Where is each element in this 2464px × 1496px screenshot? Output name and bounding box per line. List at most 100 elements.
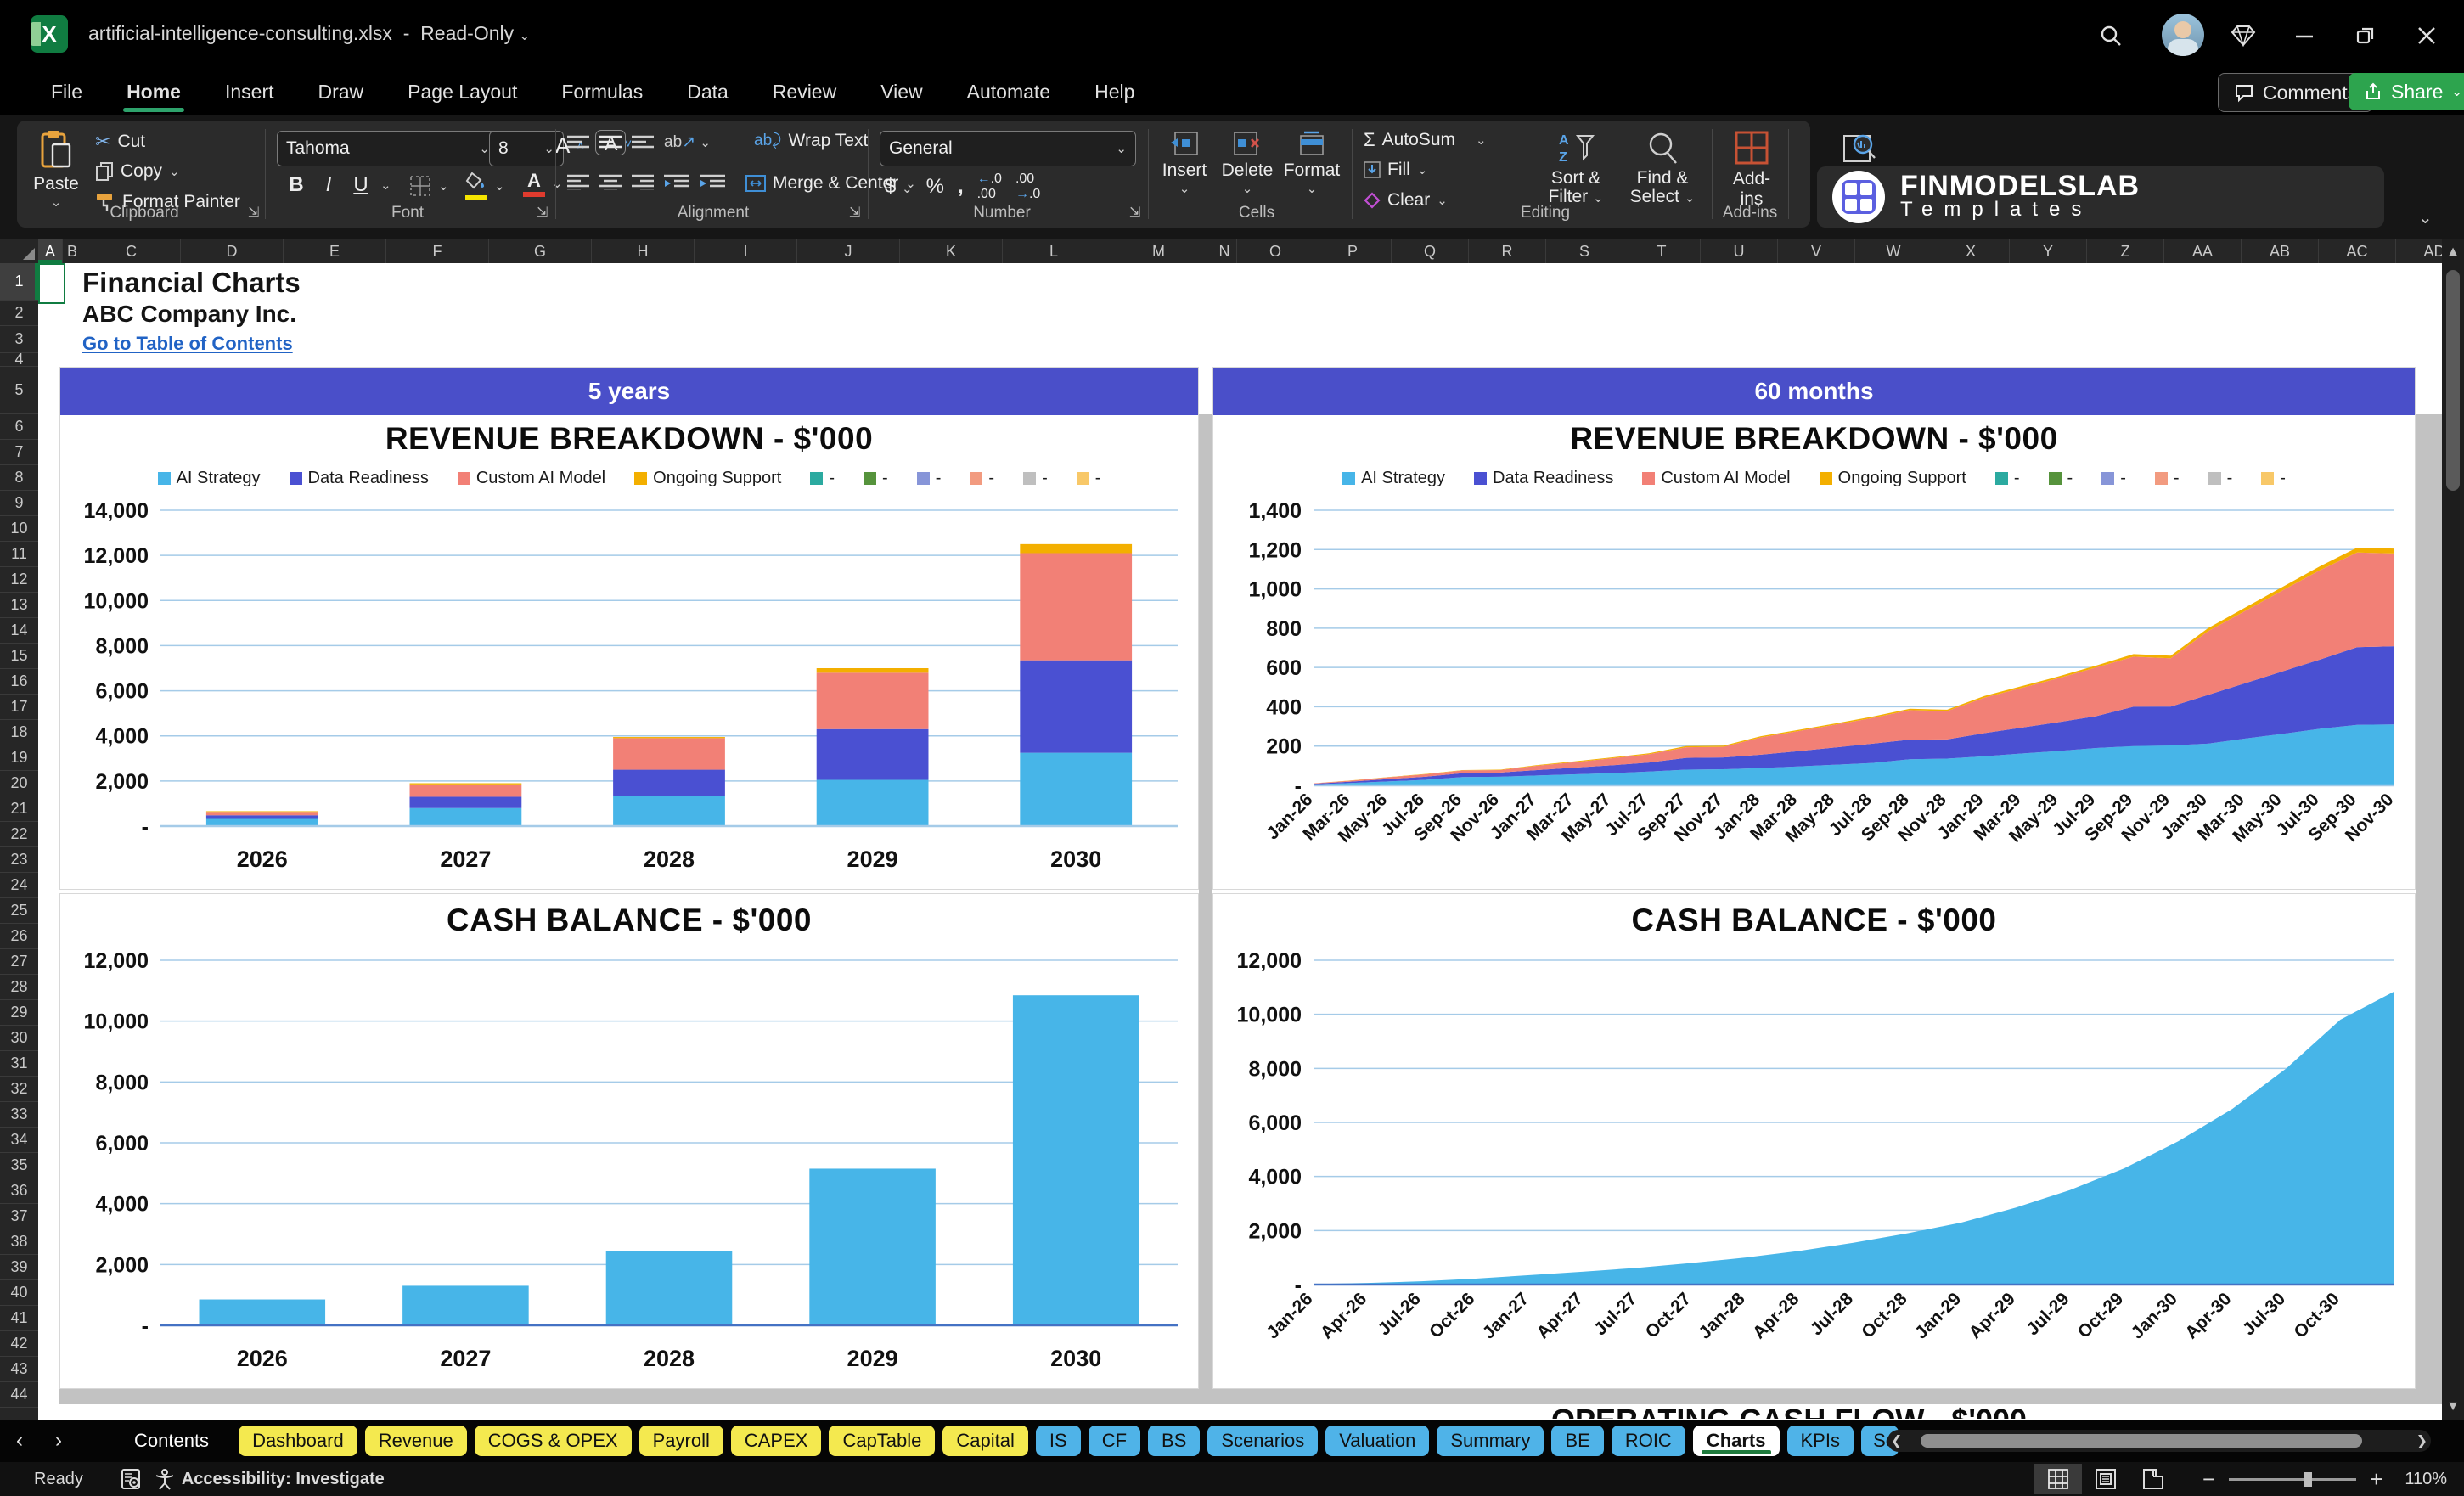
addins-button[interactable]: Add-ins [1722, 131, 1781, 210]
row-header-42[interactable]: 42 [0, 1331, 38, 1357]
restore-window-icon[interactable] [2349, 19, 2382, 53]
wrap-text-button[interactable]: ab⤸ Wrap Text [754, 131, 868, 151]
column-header-B[interactable]: B [63, 239, 82, 263]
row-header-15[interactable]: 15 [0, 644, 38, 669]
sheet-tab-be[interactable]: BE [1551, 1426, 1604, 1456]
row-header-14[interactable]: 14 [0, 618, 38, 644]
column-header-A[interactable]: A [38, 239, 63, 263]
horizontal-scroll-thumb[interactable] [1921, 1434, 2363, 1448]
alignment-dialog-launcher[interactable]: ⇲ [849, 204, 860, 221]
zoom-in-icon[interactable]: + [2370, 1466, 2382, 1493]
close-icon[interactable] [2410, 19, 2444, 53]
row-header-19[interactable]: 19 [0, 745, 38, 771]
row-header-28[interactable]: 28 [0, 975, 38, 1000]
hscroll-left-icon[interactable]: ❮ [1887, 1432, 1905, 1449]
sheet-tab-payroll[interactable]: Payroll [639, 1426, 723, 1456]
row-header-31[interactable]: 31 [0, 1051, 38, 1077]
sheet-tab-summary[interactable]: Summary [1437, 1426, 1544, 1456]
column-header-AB[interactable]: AB [2242, 239, 2319, 263]
row-header-22[interactable]: 22 [0, 822, 38, 847]
column-header-C[interactable]: C [82, 239, 181, 263]
row-header-29[interactable]: 29 [0, 1000, 38, 1026]
find-select-button[interactable]: Find & Select ⌄ [1622, 131, 1703, 208]
row-header-27[interactable]: 27 [0, 949, 38, 975]
cut-button[interactable]: ✂ Cut [95, 131, 145, 153]
row-header-8[interactable]: 8 [0, 465, 38, 491]
row-header-5[interactable]: 5 [0, 367, 38, 414]
menu-tab-data[interactable]: Data [668, 74, 747, 110]
column-header-S[interactable]: S [1546, 239, 1623, 263]
insert-cells-button[interactable]: Insert ⌄ [1156, 131, 1212, 196]
row-header-44[interactable]: 44 [0, 1382, 38, 1408]
row-header-9[interactable]: 9 [0, 491, 38, 516]
column-header-W[interactable]: W [1855, 239, 1932, 263]
row-header-10[interactable]: 10 [0, 516, 38, 542]
zoom-level[interactable]: 110% [2405, 1470, 2447, 1489]
row-header-37[interactable]: 37 [0, 1204, 38, 1229]
font-color-button[interactable]: A ⌄ [523, 170, 563, 197]
column-header-L[interactable]: L [1003, 239, 1105, 263]
align-top-icon[interactable] [567, 134, 589, 151]
share-button[interactable]: Share ⌄ [2349, 73, 2464, 110]
tabs-scroll-left-icon[interactable]: ‹ [0, 1429, 39, 1453]
worksheet-canvas[interactable]: Financial Charts ABC Company Inc. Go to … [38, 263, 2442, 1420]
collapse-ribbon-icon[interactable]: ⌄ [2418, 207, 2433, 228]
column-header-P[interactable]: P [1314, 239, 1392, 263]
menu-tab-automate[interactable]: Automate [948, 74, 1069, 110]
row-header-32[interactable]: 32 [0, 1077, 38, 1102]
align-center-icon[interactable] [599, 173, 622, 190]
clipboard-dialog-launcher[interactable]: ⇲ [248, 204, 259, 221]
row-header-41[interactable]: 41 [0, 1306, 38, 1331]
align-left-icon[interactable] [567, 173, 589, 190]
row-header-40[interactable]: 40 [0, 1280, 38, 1306]
orientation-button[interactable]: ab↗ ⌄ [664, 132, 711, 152]
menu-tab-formulas[interactable]: Formulas [543, 74, 661, 110]
fill-button[interactable]: Fill ⌄ [1364, 160, 1427, 180]
column-header-Q[interactable]: Q [1392, 239, 1469, 263]
macro-record-icon[interactable] [114, 1465, 148, 1493]
sheet-tab-scenarios[interactable]: Scenarios [1207, 1426, 1319, 1456]
sheet-tab-cogs-opex[interactable]: COGS & OPEX [474, 1426, 632, 1456]
sheet-tab-charts[interactable]: Charts [1692, 1426, 1780, 1456]
row-header-2[interactable]: 2 [0, 301, 38, 326]
column-header-H[interactable]: H [592, 239, 695, 263]
hscroll-right-icon[interactable]: ❯ [2413, 1432, 2431, 1449]
delete-cells-button[interactable]: Delete ⌄ [1219, 131, 1275, 196]
column-header-G[interactable]: G [489, 239, 592, 263]
vertical-scrollbar[interactable]: ▲ ▼ [2442, 239, 2464, 1420]
decrease-indent-icon[interactable] [664, 173, 689, 190]
column-header-V[interactable]: V [1778, 239, 1855, 263]
sheet-tab-cf[interactable]: CF [1088, 1426, 1141, 1456]
accounting-format-button[interactable]: $ ⌄ [885, 175, 913, 199]
sheet-tab-capex[interactable]: CAPEX [730, 1426, 822, 1456]
bold-button[interactable]: B [284, 173, 309, 197]
increase-indent-icon[interactable] [700, 173, 725, 190]
column-header-X[interactable]: X [1932, 239, 2010, 263]
menu-tab-insert[interactable]: Insert [206, 74, 293, 110]
vertical-scroll-thumb[interactable] [2446, 270, 2460, 491]
align-bottom-icon[interactable] [632, 134, 654, 151]
menu-tab-file[interactable]: File [32, 74, 101, 110]
autosum-button[interactable]: Σ AutoSum ⌄ [1364, 129, 1487, 151]
column-header-I[interactable]: I [695, 239, 797, 263]
menu-tab-view[interactable]: View [862, 74, 941, 110]
row-headers[interactable]: 1 2 3 4 5 6 7 8 9 10 11 12 13 14 15 16 17 18 19 20 21 22 23 24 2… [0, 263, 38, 1420]
sheet-tab-contents[interactable]: Contents [112, 1426, 231, 1456]
column-header-T[interactable]: T [1623, 239, 1701, 263]
row-header-7[interactable]: 7 [0, 440, 38, 465]
scroll-up-icon[interactable]: ▲ [2445, 245, 2461, 260]
sheet-tab-valuation[interactable]: Valuation [1325, 1426, 1430, 1456]
row-header-17[interactable]: 17 [0, 695, 38, 720]
column-header-J[interactable]: J [797, 239, 900, 263]
column-header-Y[interactable]: Y [2010, 239, 2087, 263]
sheet-tab-kpis[interactable]: KPIs [1786, 1426, 1854, 1456]
page-break-preview-icon[interactable] [2129, 1464, 2177, 1494]
sheet-tab-dashboard[interactable]: Dashboard [239, 1426, 357, 1456]
font-size-select[interactable]: 8 ⌄ [489, 131, 564, 166]
row-header-4[interactable]: 4 [0, 351, 38, 368]
menu-tab-help[interactable]: Help [1076, 74, 1153, 110]
zoom-out-icon[interactable]: − [2202, 1466, 2215, 1493]
row-header-33[interactable]: 33 [0, 1102, 38, 1128]
column-header-E[interactable]: E [284, 239, 386, 263]
document-title[interactable]: artificial-intelligence-consulting.xlsx … [88, 22, 530, 45]
